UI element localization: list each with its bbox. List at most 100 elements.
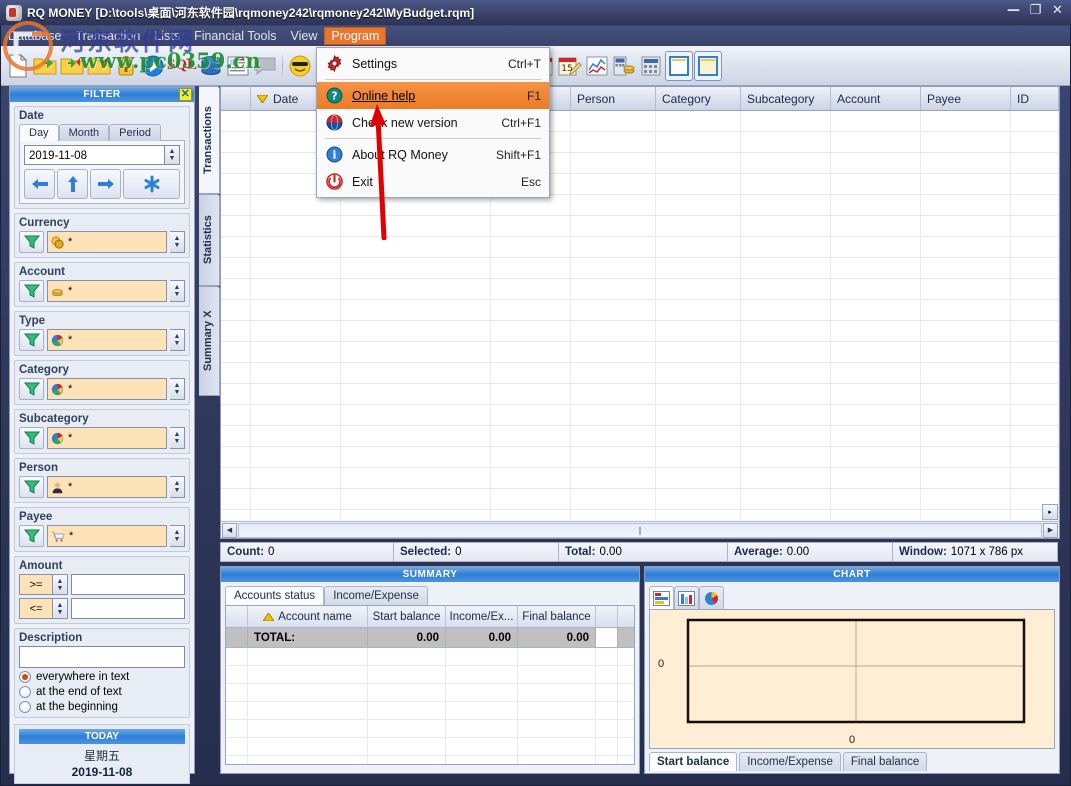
grid-col-person[interactable]: Person (571, 87, 656, 110)
filter-type-spinner[interactable]: ▲ ▼ (170, 329, 185, 351)
filter-category-value-box[interactable]: * (47, 378, 167, 400)
summary-col-start-balance[interactable]: Start balance (368, 606, 446, 627)
date-tab-day[interactable]: Day (19, 124, 59, 141)
description-input[interactable] (19, 646, 185, 668)
filter-payee-value-box[interactable]: * (47, 525, 167, 547)
table-row[interactable] (221, 237, 1059, 258)
summary-row[interactable] (226, 756, 634, 764)
menu-lists[interactable]: Lists (147, 27, 187, 45)
summary-col-account-name[interactable]: Account name (248, 606, 368, 627)
amount-max-input[interactable] (71, 598, 185, 619)
calendar-edit-icon[interactable]: 15 (557, 51, 583, 81)
radio-end-icon[interactable] (19, 686, 31, 698)
table-row[interactable] (221, 447, 1059, 468)
table-row[interactable] (221, 468, 1059, 489)
summary-row[interactable] (226, 684, 634, 702)
funnel-icon[interactable] (19, 476, 44, 498)
filter-category-spinner[interactable]: ▲ ▼ (170, 378, 185, 400)
amount-min-spinner[interactable]: ▲ ▼ (53, 574, 68, 595)
menu-program[interactable]: Program (324, 27, 387, 45)
date-spinner[interactable]: ▲ ▼ (165, 145, 180, 165)
sidebar-item-transactions[interactable]: Transactions (199, 86, 220, 194)
window-yellow-icon[interactable] (694, 50, 722, 81)
filter-subcategory-value-box[interactable]: * (47, 427, 167, 449)
description-option-everywhere[interactable]: everywhere in text (19, 671, 185, 683)
table-chart-icon[interactable] (649, 586, 674, 609)
filter-subcategory-spinner[interactable]: ▲ ▼ (170, 427, 185, 449)
sidebar-item-summary-x[interactable]: Summary X (199, 286, 220, 396)
amount-max-operator[interactable]: <= (19, 598, 53, 619)
scroll-track[interactable]: ∥ (238, 522, 1042, 538)
grid-col-id[interactable]: ID (1011, 87, 1059, 110)
table-row[interactable] (221, 363, 1059, 384)
menu-financial-tools[interactable]: Financial Tools (187, 27, 283, 45)
menu-transaction[interactable]: Transaction (69, 27, 148, 45)
tab-final-balance[interactable]: Final balance (842, 752, 928, 771)
menu-item-check-new-version[interactable]: Check new version Ctrl+F1 (317, 109, 549, 136)
table-row[interactable] (221, 510, 1059, 520)
grid-col-subcategory[interactable]: Subcategory (741, 87, 831, 110)
sidebar-item-statistics[interactable]: Statistics (199, 194, 220, 286)
funnel-icon[interactable] (19, 378, 44, 400)
coins-calc-icon[interactable] (611, 51, 637, 81)
save-folder-icon[interactable] (59, 51, 85, 81)
radio-beginning-icon[interactable] (19, 701, 31, 713)
date-input[interactable]: 2019-11-08 (24, 145, 165, 165)
menu-database[interactable]: Database (1, 27, 69, 45)
grid-col-payee[interactable]: Payee (921, 87, 1011, 110)
funnel-icon[interactable] (19, 280, 44, 302)
blank-icon[interactable] (252, 51, 278, 81)
table-row[interactable] (221, 300, 1059, 321)
summary-empty-rows[interactable] (226, 648, 634, 764)
lock-icon[interactable] (113, 51, 139, 81)
maximize-icon[interactable]: ❐ (1028, 3, 1043, 18)
close-folder-icon[interactable] (86, 51, 112, 81)
filter-account-value-box[interactable]: * (47, 280, 167, 302)
description-option-beginning[interactable]: at the beginning (19, 701, 185, 713)
graph-icon[interactable] (584, 51, 610, 81)
table-row[interactable] (221, 321, 1059, 342)
table-row[interactable] (221, 342, 1059, 363)
run-icon[interactable] (140, 51, 166, 81)
close-icon[interactable]: ✕ (1050, 3, 1065, 18)
summary-row[interactable] (226, 648, 634, 666)
funnel-icon[interactable] (19, 525, 44, 547)
table-row[interactable] (221, 195, 1059, 216)
scroll-right-icon[interactable]: ▶ (1043, 522, 1058, 538)
filter-person-value-box[interactable]: * (47, 476, 167, 498)
table-row[interactable] (221, 216, 1059, 237)
scroll-left-icon[interactable]: ◀ (222, 522, 237, 538)
grid-scroll-down-button[interactable]: ▸ (1042, 504, 1058, 520)
calculator-icon[interactable] (638, 51, 664, 81)
grid-col-category[interactable]: Category (656, 87, 741, 110)
date-tab-month[interactable]: Month (58, 124, 110, 141)
summary-col-blank[interactable] (226, 606, 248, 627)
report-icon[interactable] (225, 51, 251, 81)
tab-start-balance[interactable]: Start balance (649, 752, 738, 771)
filter-close-icon[interactable]: ✕ (179, 88, 192, 101)
filter-currency-spinner[interactable]: ▲ ▼ (170, 231, 185, 253)
amount-max-spinner[interactable]: ▲ ▼ (53, 598, 68, 619)
summary-col-income-expense[interactable]: Income/Ex... (446, 606, 518, 627)
open-folder-icon[interactable] (32, 51, 58, 81)
menu-view[interactable]: View (284, 27, 325, 45)
table-row[interactable] (221, 258, 1059, 279)
date-tab-period[interactable]: Period (109, 124, 161, 141)
funnel-icon[interactable] (19, 427, 44, 449)
table-row[interactable] (221, 426, 1059, 447)
menu-item-settings[interactable]: Settings Ctrl+T (317, 50, 549, 77)
tab-income-expense-chart[interactable]: Income/Expense (739, 752, 841, 771)
pie-chart-icon[interactable] (699, 586, 724, 609)
grid-col-account[interactable]: Account (831, 87, 921, 110)
summary-col-final-balance[interactable]: Final balance (518, 606, 596, 627)
grid-col-blank[interactable] (221, 87, 251, 110)
description-option-end[interactable]: at the end of text (19, 686, 185, 698)
filter-account-spinner[interactable]: ▲ ▼ (170, 280, 185, 302)
amount-min-input[interactable] (71, 574, 185, 595)
arrow-up-icon[interactable] (57, 169, 88, 199)
summary-row[interactable] (226, 720, 634, 738)
summary-row[interactable] (226, 702, 634, 720)
filter-currency-value-box[interactable]: * (47, 231, 167, 253)
arrow-right-icon[interactable] (90, 169, 121, 199)
smiley-icon[interactable] (287, 51, 313, 81)
